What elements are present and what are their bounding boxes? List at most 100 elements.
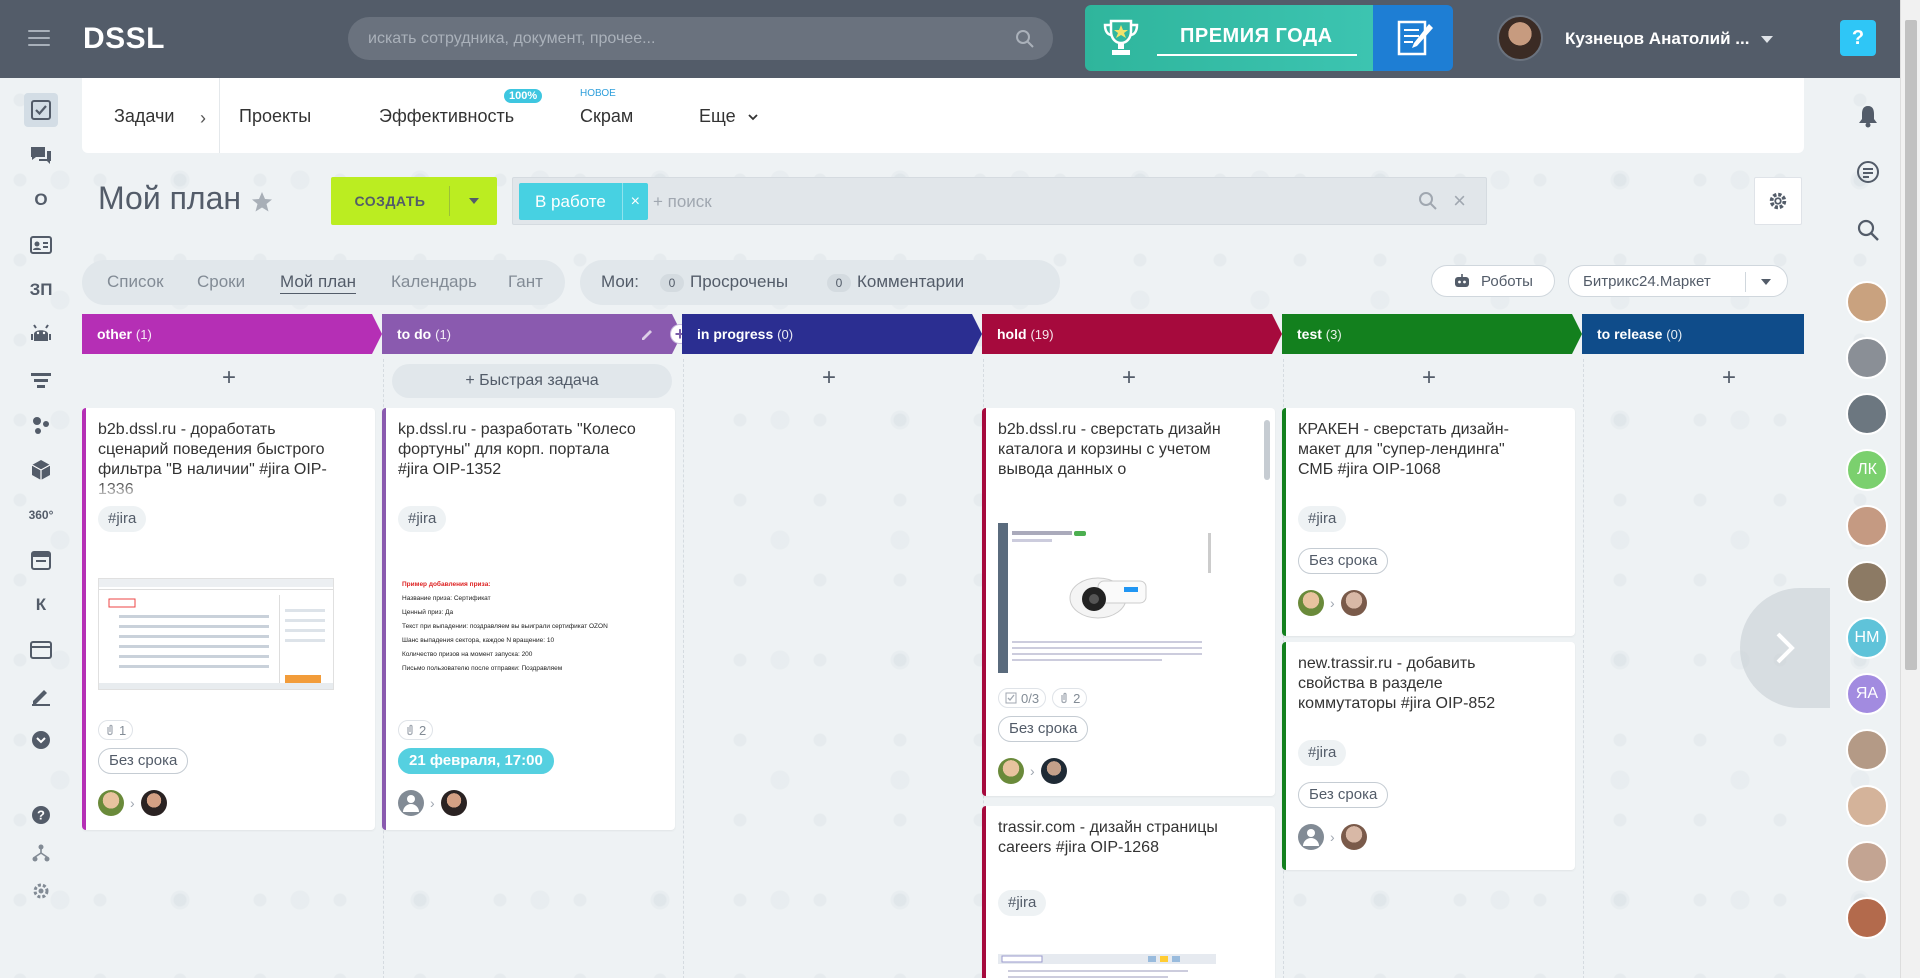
contact-avatar[interactable] (1846, 393, 1888, 435)
creator-avatar[interactable] (1298, 590, 1324, 616)
deadline-badge[interactable]: Без срока (1298, 548, 1389, 574)
attachments-counter[interactable]: 2 (1052, 688, 1088, 708)
column-header-other[interactable]: other (1) (82, 314, 382, 354)
task-screenshot-thumbnail[interactable] (998, 954, 1216, 978)
add-task-plus-icon[interactable]: + (222, 366, 236, 390)
robots-button[interactable]: Роботы (1431, 265, 1555, 297)
contact-avatar[interactable] (1846, 897, 1888, 939)
add-task-plus-icon[interactable]: + (822, 366, 836, 390)
nav-projects[interactable]: Проекты (239, 106, 311, 127)
create-dropdown-caret-icon[interactable] (450, 198, 497, 204)
sidebar-item-360[interactable]: 360° (24, 498, 58, 532)
filter-tag-in-progress[interactable]: В работе × (519, 183, 648, 220)
task-title[interactable]: КРАКЕН - сверстать дизайн-макет для "суп… (1298, 420, 1538, 480)
sidebar-item-o[interactable]: О (24, 183, 58, 217)
sidebar-item-calendar[interactable] (24, 543, 58, 577)
market-caret-icon[interactable] (1761, 279, 1771, 285)
attachments-counter[interactable]: 2 (398, 720, 434, 740)
task-filter[interactable]: В работе × × (512, 177, 1487, 225)
company-logo[interactable]: DSSL (83, 22, 165, 56)
user-name[interactable]: Кузнецов Анатолий ... (1565, 29, 1749, 49)
add-task-plus-icon[interactable]: + (1422, 366, 1436, 390)
creator-avatar[interactable] (398, 790, 424, 816)
task-title[interactable]: b2b.dssl.ru - сверстать дизайн каталога … (998, 420, 1238, 480)
sidebar-item-k[interactable]: К (24, 588, 58, 622)
view-gantt[interactable]: Гант (508, 272, 543, 292)
counter-comments[interactable]: Комментарии (857, 272, 964, 292)
contact-avatar[interactable]: ЛК (1846, 449, 1888, 491)
quick-task-button[interactable]: + Быстрая задача (392, 364, 672, 398)
column-header-to-release[interactable]: to release (0) (1582, 314, 1804, 354)
task-tag[interactable]: #jira (1298, 740, 1347, 766)
filter-search-input[interactable] (653, 188, 1293, 216)
column-header-hold[interactable]: hold (19) (982, 314, 1282, 354)
contact-avatar[interactable] (1846, 841, 1888, 883)
search-icon[interactable] (1418, 191, 1438, 211)
global-search-input[interactable] (368, 17, 988, 60)
sidebar-item-filter[interactable] (24, 363, 58, 397)
contact-avatar[interactable] (1846, 281, 1888, 323)
task-tag[interactable]: #jira (398, 506, 447, 532)
view-my-plan[interactable]: Мой план (280, 272, 356, 294)
sidebar-item-android[interactable] (24, 318, 58, 352)
scrollbar-thumb[interactable] (1905, 20, 1917, 670)
sidebar-item-sign[interactable] (24, 678, 58, 712)
contact-avatar[interactable]: ЯА (1846, 673, 1888, 715)
contact-avatar[interactable] (1846, 785, 1888, 827)
settings-button[interactable] (1754, 177, 1802, 225)
task-tag[interactable]: #jira (1298, 506, 1347, 532)
checklist-counter[interactable]: 0/3 (998, 688, 1047, 708)
nav-efficiency[interactable]: Эффективность (379, 106, 514, 127)
notifications-button[interactable] (1846, 94, 1890, 138)
responsible-avatar[interactable] (1340, 824, 1367, 850)
task-title[interactable]: new.trassir.ru - добавить свойства в раз… (1298, 654, 1538, 714)
menu-burger-icon[interactable] (28, 30, 50, 46)
task-card[interactable]: КРАКЕН - сверстать дизайн-макет для "суп… (1282, 408, 1575, 636)
user-menu-caret-icon[interactable] (1761, 36, 1773, 43)
sidebar-item-window[interactable] (24, 633, 58, 667)
card-scrollbar[interactable] (1264, 420, 1270, 480)
column-header-todo[interactable]: to do (1) (382, 314, 682, 354)
task-card[interactable]: b2b.dssl.ru - сверстать дизайн каталога … (982, 408, 1275, 796)
task-card[interactable]: new.trassir.ru - добавить свойства в раз… (1282, 642, 1575, 870)
column-header-test[interactable]: test (3) (1282, 314, 1582, 354)
search-button[interactable] (1846, 208, 1890, 252)
contact-avatar[interactable] (1846, 505, 1888, 547)
sidebar-item-tasks[interactable] (24, 93, 58, 127)
add-task-plus-icon[interactable]: + (1722, 366, 1736, 390)
task-card[interactable]: trassir.com - дизайн страницы careers #j… (982, 806, 1275, 978)
creator-avatar[interactable] (1298, 824, 1324, 850)
contact-avatar[interactable]: НМ (1846, 617, 1888, 659)
sidebar-item-chat[interactable] (24, 138, 58, 172)
market-button[interactable]: Битрикс24.Маркет (1568, 265, 1788, 297)
attachments-counter[interactable]: 1 (98, 720, 134, 740)
nav-tasks[interactable]: Задачи (114, 106, 174, 127)
contact-avatar[interactable] (1846, 729, 1888, 771)
contact-avatar[interactable] (1846, 337, 1888, 379)
sidebar-item-network[interactable] (24, 408, 58, 442)
global-search[interactable] (348, 17, 1053, 60)
clear-filter-icon[interactable]: × (1453, 188, 1466, 214)
responsible-avatar[interactable] (1340, 590, 1367, 616)
creator-avatar[interactable] (98, 790, 124, 816)
task-tag[interactable]: #jira (98, 506, 147, 532)
task-image-thumbnail[interactable] (998, 523, 1216, 673)
help-button[interactable]: ? (1840, 20, 1876, 56)
sidebar-item-box[interactable] (24, 453, 58, 487)
edit-column-pencil-icon[interactable] (640, 326, 656, 342)
task-card[interactable]: b2b.dssl.ru - доработать сценарий поведе… (82, 408, 375, 830)
award-banner[interactable]: ПРЕМИЯ ГОДА (1085, 5, 1453, 71)
sidebar-item-more[interactable] (24, 723, 58, 757)
creator-avatar[interactable] (998, 758, 1024, 784)
task-text-thumbnail[interactable]: Пример добавления приза: Название приза:… (398, 578, 658, 688)
messenger-button[interactable] (1846, 150, 1890, 194)
sidebar-item-contacts[interactable] (24, 228, 58, 262)
sidebar-item-help[interactable]: ? (24, 798, 58, 832)
column-header-in-progress[interactable]: in progress (0) (682, 314, 982, 354)
task-title[interactable]: trassir.com - дизайн страницы careers #j… (998, 818, 1238, 858)
task-tag[interactable]: #jira (998, 890, 1047, 916)
deadline-badge[interactable]: Без срока (98, 748, 189, 774)
view-calendar[interactable]: Календарь (391, 272, 477, 292)
responsible-avatar[interactable] (140, 790, 167, 816)
contact-avatar[interactable] (1846, 561, 1888, 603)
